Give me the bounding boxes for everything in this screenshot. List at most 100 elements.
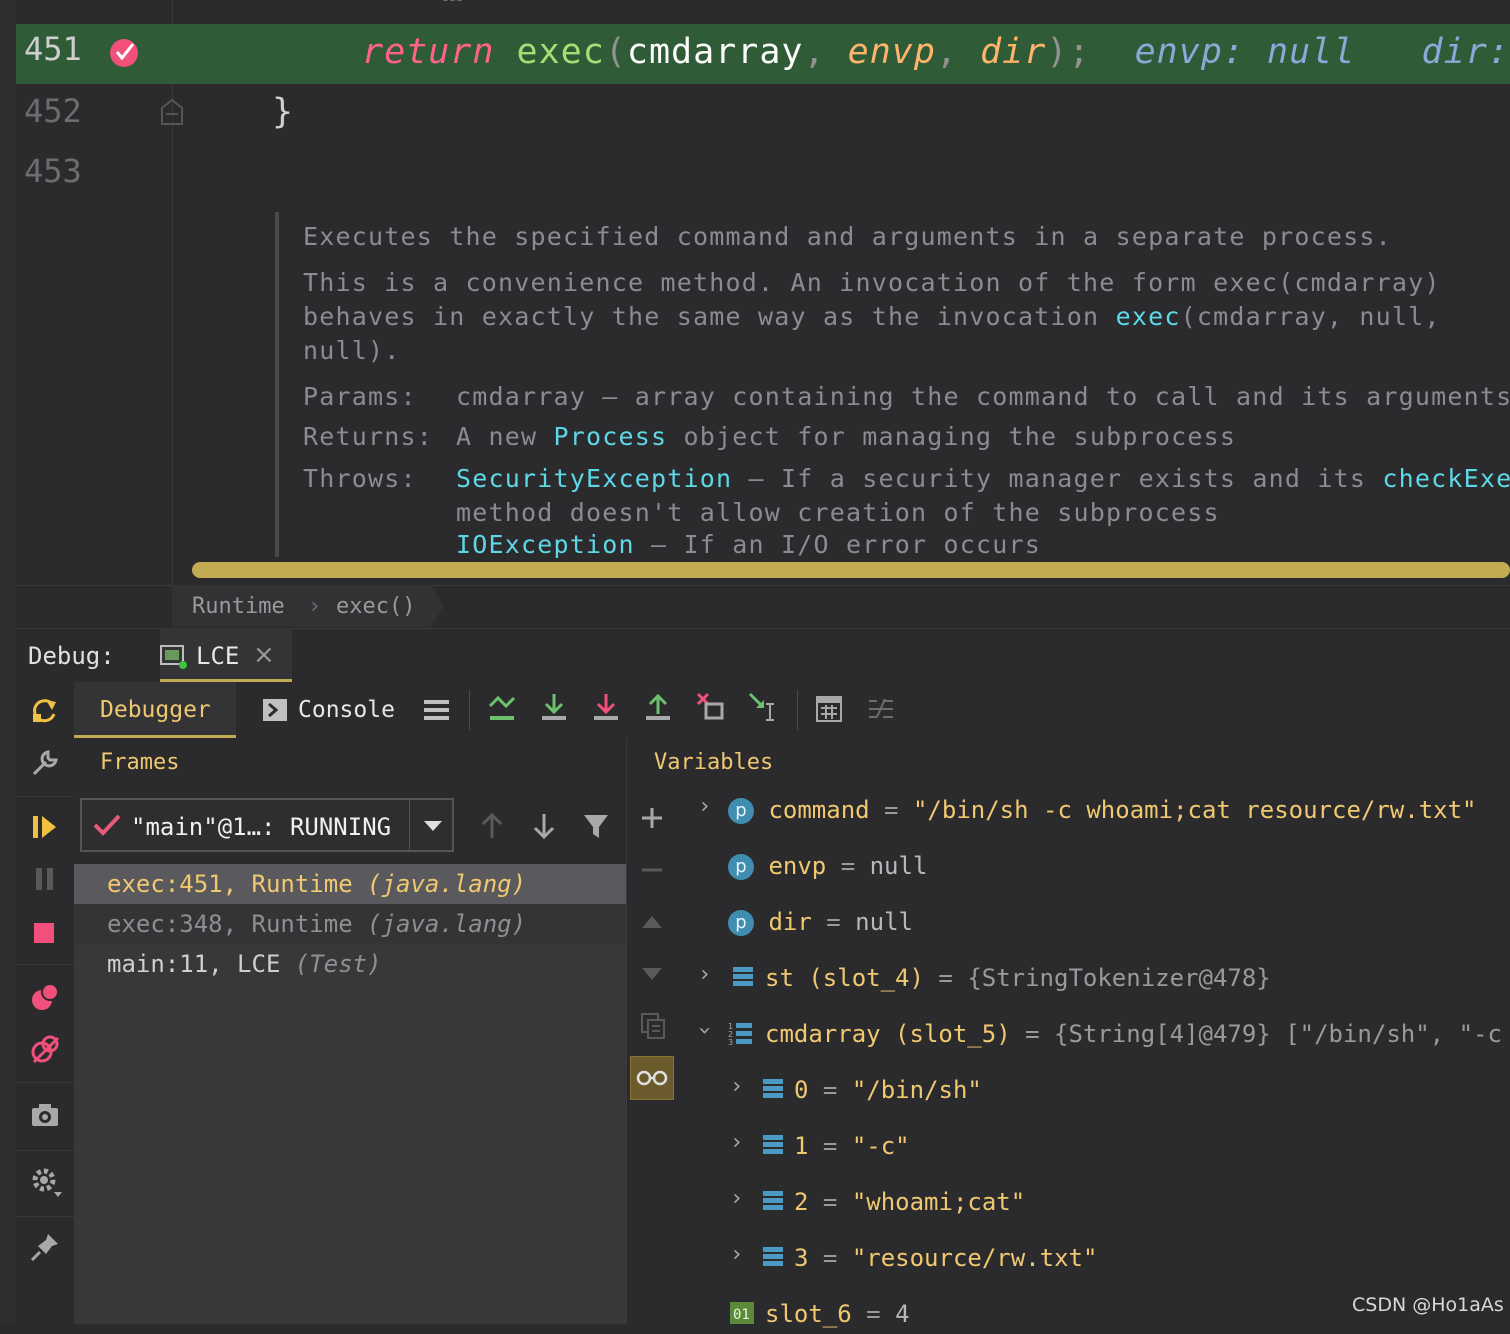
method-name: exec (516, 32, 605, 72)
trace-stream-icon[interactable] (867, 695, 895, 723)
paren: ( (604, 32, 627, 72)
doc-text-part: — If a security manager exists and its (732, 464, 1383, 493)
collapse-chevron-icon[interactable]: › (692, 1024, 717, 1037)
move-up-icon[interactable] (640, 912, 664, 932)
stop-icon[interactable] (30, 918, 60, 948)
frame-package: (Test) (294, 950, 382, 978)
field-icon (733, 967, 753, 986)
keyword: return (362, 32, 495, 72)
expand-chevron-icon[interactable]: › (698, 794, 711, 819)
breadcrumb-arrow (430, 585, 444, 627)
breadcrumb-item[interactable]: Runtime (192, 594, 285, 619)
frame-row[interactable]: exec:451, Runtime (java.lang) (74, 864, 626, 904)
tab-console[interactable]: Console (298, 697, 395, 723)
mute-breakpoints-icon[interactable] (30, 1034, 62, 1066)
frame-row[interactable]: main:11, LCE (Test) (74, 944, 626, 984)
arrow-up-icon[interactable] (480, 812, 504, 840)
pin-icon[interactable] (30, 1232, 60, 1262)
frame-package: (java.lang) (367, 910, 527, 938)
view-breakpoints-icon[interactable] (30, 982, 62, 1014)
doc-link[interactable]: exec (1116, 302, 1181, 331)
clipped-line-450: … (172, 0, 1510, 10)
variable-dir[interactable]: p dir = null (728, 902, 913, 942)
camera-icon[interactable] (30, 1100, 62, 1130)
doc-link[interactable]: SecurityException (456, 464, 732, 493)
var-value: null (869, 852, 928, 880)
layout-menu-icon[interactable] (423, 696, 451, 724)
var-value: "whoami;cat" (851, 1188, 1026, 1216)
array-item[interactable]: 2 = "whoami;cat" (794, 1182, 1025, 1222)
variable-cmdarray[interactable]: cmdarray (slot_5) = {String[4]@479} ["/b… (765, 1014, 1502, 1054)
frame-package: (java.lang) (367, 870, 527, 898)
line-number: 451 (24, 30, 82, 68)
filter-icon[interactable] (582, 812, 610, 840)
expand-chevron-icon[interactable]: › (730, 1130, 743, 1155)
variable-st[interactable]: st (slot_4) = {StringTokenizer@478} (765, 958, 1271, 998)
toolbar-divider (469, 690, 470, 730)
doc-link[interactable]: checkExec (1382, 464, 1510, 493)
expand-chevron-icon[interactable]: › (730, 1074, 743, 1099)
breakpoint-icon[interactable] (108, 36, 140, 68)
doc-link[interactable]: Process (554, 422, 668, 451)
field-icon (763, 1079, 783, 1098)
variable-command[interactable]: p command = "/bin/sh -c whoami;cat resou… (728, 790, 1477, 830)
array-item[interactable]: 3 = "resource/rw.txt" (794, 1238, 1097, 1278)
arg: dir (980, 32, 1047, 72)
breadcrumb-separator-icon: › (308, 594, 322, 619)
doc-params-text: cmdarray — array containing the command … (456, 382, 1510, 411)
evaluate-expression-icon[interactable] (815, 695, 843, 723)
step-over-icon[interactable] (540, 692, 568, 724)
var-value: "/bin/sh" (851, 1076, 982, 1104)
breadcrumb-item[interactable]: exec() (336, 594, 415, 619)
pause-icon[interactable] (30, 864, 60, 894)
divider (16, 964, 74, 965)
step-into-icon[interactable] (592, 692, 620, 724)
variables-title: Variables (654, 750, 774, 775)
array-item[interactable]: 1 = "-c" (794, 1126, 910, 1166)
var-name: 3 (794, 1244, 809, 1272)
rerun-icon[interactable] (30, 696, 60, 726)
array-icon: 1 2 3 (728, 1022, 752, 1047)
thread-label: "main"@1…: RUNNING (131, 813, 392, 841)
expand-chevron-icon[interactable]: › (730, 1242, 743, 1267)
divider (16, 796, 74, 797)
fold-icon[interactable] (160, 98, 184, 126)
variable-envp[interactable]: p envp = null (728, 846, 927, 886)
var-value: "/bin/sh -c whoami;cat resource/rw.txt" (912, 796, 1477, 824)
step-out-icon[interactable] (644, 692, 672, 724)
watermark: CSDN @Ho1aAs (1352, 1294, 1504, 1316)
copy-icon[interactable] (640, 1012, 666, 1040)
inline-value-hint: dir: (1421, 32, 1510, 72)
horizontal-scrollbar[interactable] (192, 562, 1510, 578)
frame-row[interactable]: exec:348, Runtime (java.lang) (74, 904, 626, 944)
expand-chevron-icon[interactable]: › (730, 1186, 743, 1211)
drop-frame-icon[interactable] (696, 692, 726, 724)
close-icon[interactable]: × (253, 640, 275, 670)
doc-throws-text: method doesn't allow creation of the sub… (456, 498, 1220, 527)
comma: , (935, 32, 958, 72)
line-number: 453 (24, 152, 82, 190)
resume-icon[interactable] (30, 812, 60, 842)
move-down-icon[interactable] (640, 964, 664, 984)
var-eq: = (811, 908, 856, 936)
frame-text: main:11, LCE (107, 950, 295, 978)
doc-text: This is a convenience method. An invocat… (303, 268, 1441, 297)
var-eq: = (808, 1076, 852, 1104)
array-item[interactable]: 0 = "/bin/sh" (794, 1070, 982, 1110)
show-execution-point-icon[interactable] (488, 692, 518, 724)
run-to-cursor-icon[interactable] (748, 692, 778, 724)
tab-debugger-label: Debugger (100, 697, 211, 723)
wrench-icon[interactable] (30, 748, 60, 778)
chevron-down-icon[interactable] (422, 818, 444, 834)
doc-link[interactable]: IOException (456, 530, 635, 559)
arg: cmdarray (626, 32, 804, 72)
parameter-icon: p (728, 798, 754, 824)
expand-chevron-icon[interactable]: › (698, 962, 711, 987)
debugger-toolbar (74, 682, 1510, 739)
arrow-down-icon[interactable] (532, 812, 556, 840)
variable-slot6[interactable]: slot_6 = 4 (765, 1294, 910, 1334)
glasses-icon (636, 1070, 668, 1086)
remove-watch-icon[interactable] (640, 858, 664, 882)
settings-gear-icon[interactable] (30, 1166, 64, 1200)
add-watch-icon[interactable] (640, 806, 664, 830)
